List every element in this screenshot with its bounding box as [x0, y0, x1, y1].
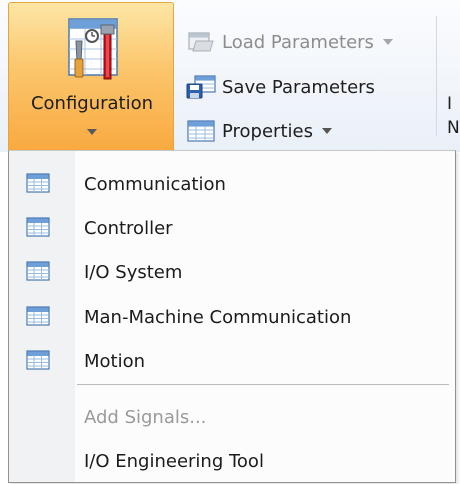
- configuration-button[interactable]: Configuration: [8, 2, 174, 152]
- menu-item-label: Motion: [84, 350, 146, 372]
- menu-item-label: I/O System: [84, 261, 183, 283]
- truncated-ribbon-label: N: [447, 118, 460, 138]
- menu-item-label: Add Signals...: [84, 406, 207, 428]
- truncated-ribbon-label: I: [447, 94, 453, 114]
- properties-button[interactable]: Properties: [186, 114, 426, 148]
- table-icon: [26, 173, 50, 193]
- load-parameters-label: Load Parameters: [222, 31, 374, 53]
- properties-icon: [187, 120, 215, 142]
- ribbon: Configuration Load Parameters Save Param…: [0, 0, 460, 152]
- chevron-down-icon: [87, 129, 97, 135]
- table-icon: [26, 261, 50, 281]
- menu-item-man-machine-communication[interactable]: Man-Machine Communication: [9, 295, 455, 339]
- save-parameters-button[interactable]: Save Parameters: [186, 70, 426, 104]
- configuration-label: Configuration: [30, 93, 154, 114]
- table-icon: [26, 350, 50, 370]
- menu-item-motion[interactable]: Motion: [9, 339, 455, 383]
- load-parameters-icon: [188, 32, 214, 52]
- table-icon: [26, 217, 50, 237]
- chevron-down-icon: [382, 39, 393, 45]
- menu-item-label: Man-Machine Communication: [84, 306, 352, 328]
- load-parameters-button[interactable]: Load Parameters: [186, 25, 426, 59]
- menu-item-label: I/O Engineering Tool: [84, 450, 264, 472]
- table-icon: [26, 306, 50, 326]
- menu-item-io-engineering-tool[interactable]: I/O Engineering Tool: [9, 439, 455, 483]
- menu-item-add-signals[interactable]: Add Signals...: [9, 395, 455, 439]
- menu-item-io-system[interactable]: I/O System: [9, 250, 455, 294]
- menu-separator: [77, 384, 449, 385]
- menu-item-controller[interactable]: Controller: [9, 206, 455, 250]
- chevron-down-icon: [321, 128, 332, 134]
- menu-item-communication[interactable]: Communication: [9, 162, 455, 206]
- configuration-dropdown-menu: Communication Controller I/O System Man-…: [8, 150, 456, 483]
- save-parameters-label: Save Parameters: [222, 76, 375, 98]
- configuration-tools-icon: [68, 18, 118, 80]
- menu-item-label: Controller: [84, 217, 173, 239]
- save-parameters-icon: [186, 75, 216, 99]
- menu-item-label: Communication: [84, 173, 226, 195]
- properties-label: Properties: [222, 120, 313, 142]
- ribbon-group-separator: [436, 16, 437, 136]
